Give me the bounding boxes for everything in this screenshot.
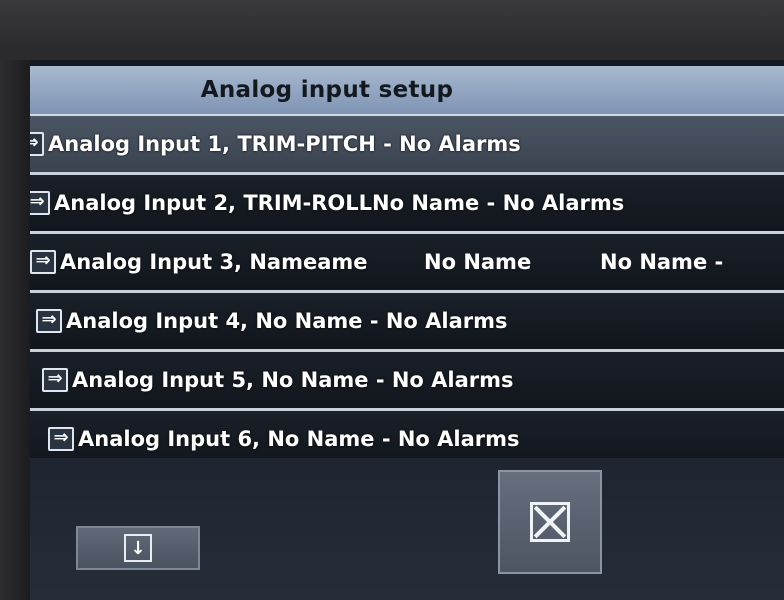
- input-list: ⇒ Analog Input 1, TRIM-PITCH - No Alarms…: [10, 116, 784, 470]
- arrow-right-icon: ⇒: [48, 427, 74, 451]
- screen: Analog input setup ⇒ Analog Input 1, TRI…: [10, 60, 784, 600]
- arrow-right-icon: ⇒: [42, 368, 68, 392]
- close-button[interactable]: [498, 470, 602, 574]
- row-extra-name: No Name: [424, 250, 532, 274]
- row-label: Analog Input 4, No Name - No Alarms: [66, 309, 508, 333]
- list-item-analog-input-1[interactable]: ⇒ Analog Input 1, TRIM-PITCH - No Alarms: [10, 116, 784, 175]
- arrow-right-icon: ⇒: [30, 250, 56, 274]
- row-label: Analog Input 2, TRIM-ROLLNo Name - No Al…: [54, 191, 625, 215]
- arrow-right-icon: ⇒: [36, 309, 62, 333]
- bezel-left-edge: [0, 60, 30, 600]
- list-item-analog-input-5[interactable]: ⇒ Analog Input 5, No Name - No Alarms: [10, 352, 784, 411]
- row-extra-name-2: No Name -: [600, 250, 724, 274]
- close-icon: [530, 502, 570, 542]
- arrow-down-icon: ↓: [124, 534, 152, 562]
- row-label: Analog Input 3, Nameame: [60, 250, 368, 274]
- title-bar: Analog input setup: [10, 66, 784, 116]
- list-item-analog-input-3[interactable]: ⇒ Analog Input 3, Nameame No Name No Nam…: [10, 234, 784, 293]
- row-label: Analog Input 1, TRIM-PITCH - No Alarms: [48, 132, 521, 156]
- row-label: Analog Input 5, No Name - No Alarms: [72, 368, 514, 392]
- page-title: Analog input setup: [200, 77, 454, 103]
- scroll-down-button[interactable]: ↓: [76, 526, 200, 570]
- row-label: Analog Input 6, No Name - No Alarms: [78, 427, 520, 451]
- list-item-analog-input-2[interactable]: ⇒ Analog Input 2, TRIM-ROLLNo Name - No …: [10, 175, 784, 234]
- list-item-analog-input-4[interactable]: ⇒ Analog Input 4, No Name - No Alarms: [10, 293, 784, 352]
